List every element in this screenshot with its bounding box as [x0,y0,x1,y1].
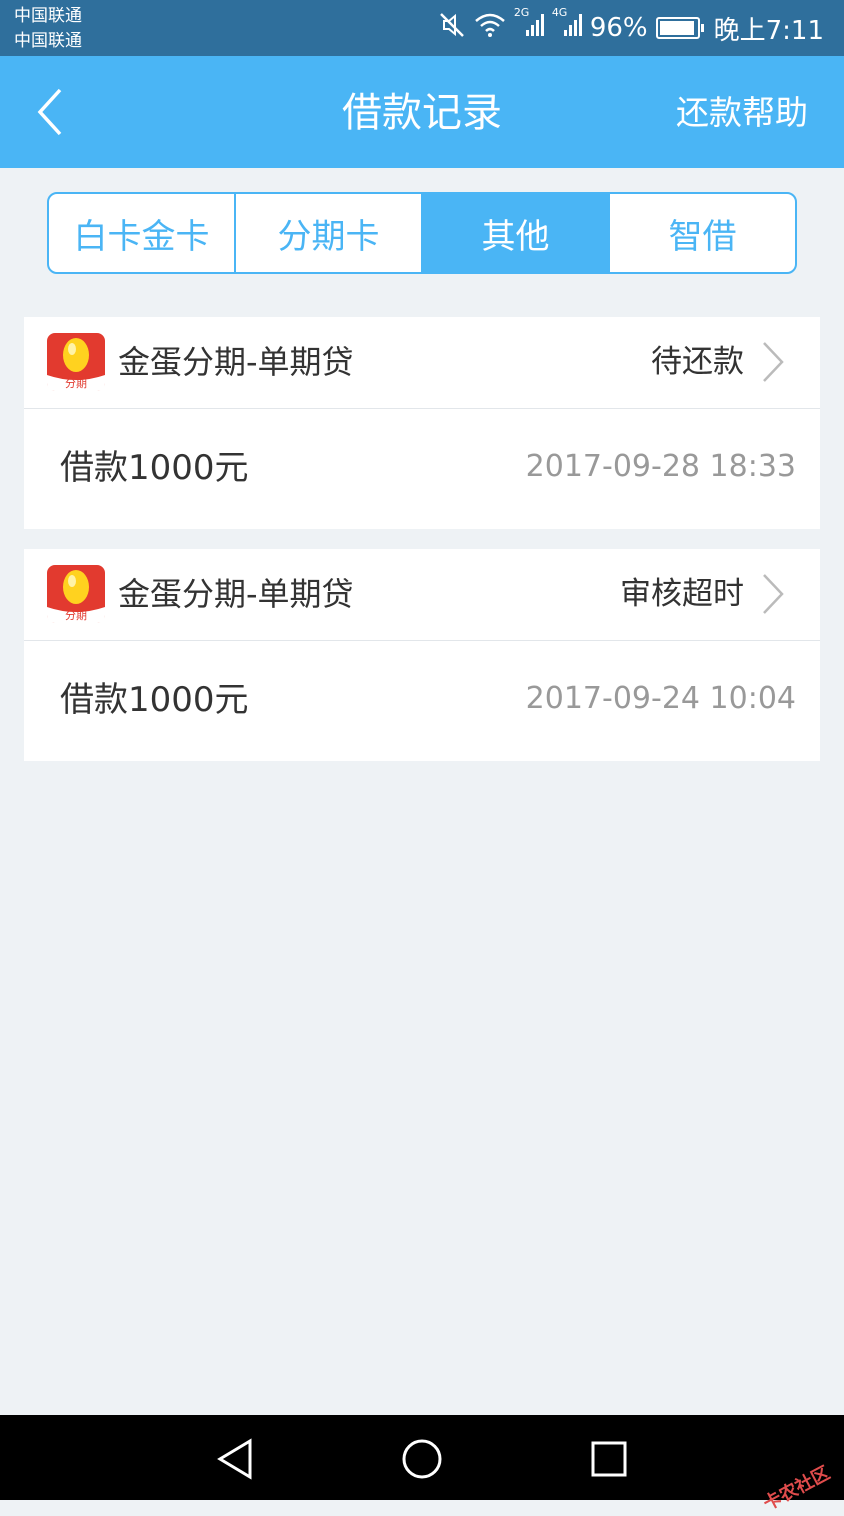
loan-record-header[interactable]: 分期 金蛋分期-单期贷 待还款 [24,317,820,409]
product-name: 金蛋分期-单期贷 [118,343,354,381]
nav-home-button[interactable] [398,1435,446,1483]
app-header: 借款记录 还款帮助 [0,56,844,168]
status-badge: 待还款 [651,344,744,380]
loan-record-card: 分期 金蛋分期-单期贷 审核超时 借款1000元 2017-09-24 10:0… [24,549,820,761]
chevron-right-icon [763,574,784,614]
clock: 晚上7:11 [713,15,824,46]
loan-date: 2017-09-24 10:04 [525,681,796,716]
system-navigation-bar: 卡农社区 [0,1415,844,1515]
network-4g-label: 4G [551,5,568,19]
signal-4g-icon: 4G [552,6,582,45]
tab-installment-card[interactable]: 分期卡 [236,194,423,272]
logo-text: 分期 [65,377,87,390]
carrier-label: 中国联通 [14,6,82,26]
battery-icon [655,17,704,39]
tab-smart-loan[interactable]: 智借 [610,194,795,272]
triangle-back-icon [217,1438,252,1480]
circle-home-icon [402,1439,442,1479]
battery-percent: 96% [589,13,648,43]
status-badge: 审核超时 [620,576,744,612]
loan-record-header[interactable]: 分期 金蛋分期-单期贷 审核超时 [24,549,820,641]
status-bar: 中国联通 中国联通 2G 4G 96% 晚上7:11 [0,0,844,56]
nav-recents-button[interactable] [585,1435,633,1483]
product-name: 金蛋分期-单期贷 [118,575,354,613]
network-2g-label: 2G [513,5,530,19]
signal-2g-icon: 2G [514,6,544,45]
tab-white-gold-card[interactable]: 白卡金卡 [49,194,236,272]
nav-back-button[interactable] [212,1435,260,1483]
product-logo: 分期 [47,565,105,623]
square-recents-icon [591,1441,627,1477]
chevron-right-icon [763,342,784,382]
repayment-help-link[interactable]: 还款帮助 [676,90,808,136]
wifi-icon [474,12,506,45]
loan-amount: 借款1000元 [60,680,249,720]
logo-text: 分期 [65,609,87,622]
loan-amount: 借款1000元 [60,448,249,488]
loan-record-card: 分期 金蛋分期-单期贷 待还款 借款1000元 2017-09-28 18:33 [24,317,820,529]
product-logo: 分期 [47,333,105,391]
category-tabs: 白卡金卡 分期卡 其他 智借 [47,192,797,274]
tab-other[interactable]: 其他 [423,194,610,272]
loan-date: 2017-09-28 18:33 [525,449,796,484]
watermark: 卡农社区 [760,1462,834,1515]
mute-icon [438,11,466,46]
carrier-label: 中国联通 [14,31,82,51]
